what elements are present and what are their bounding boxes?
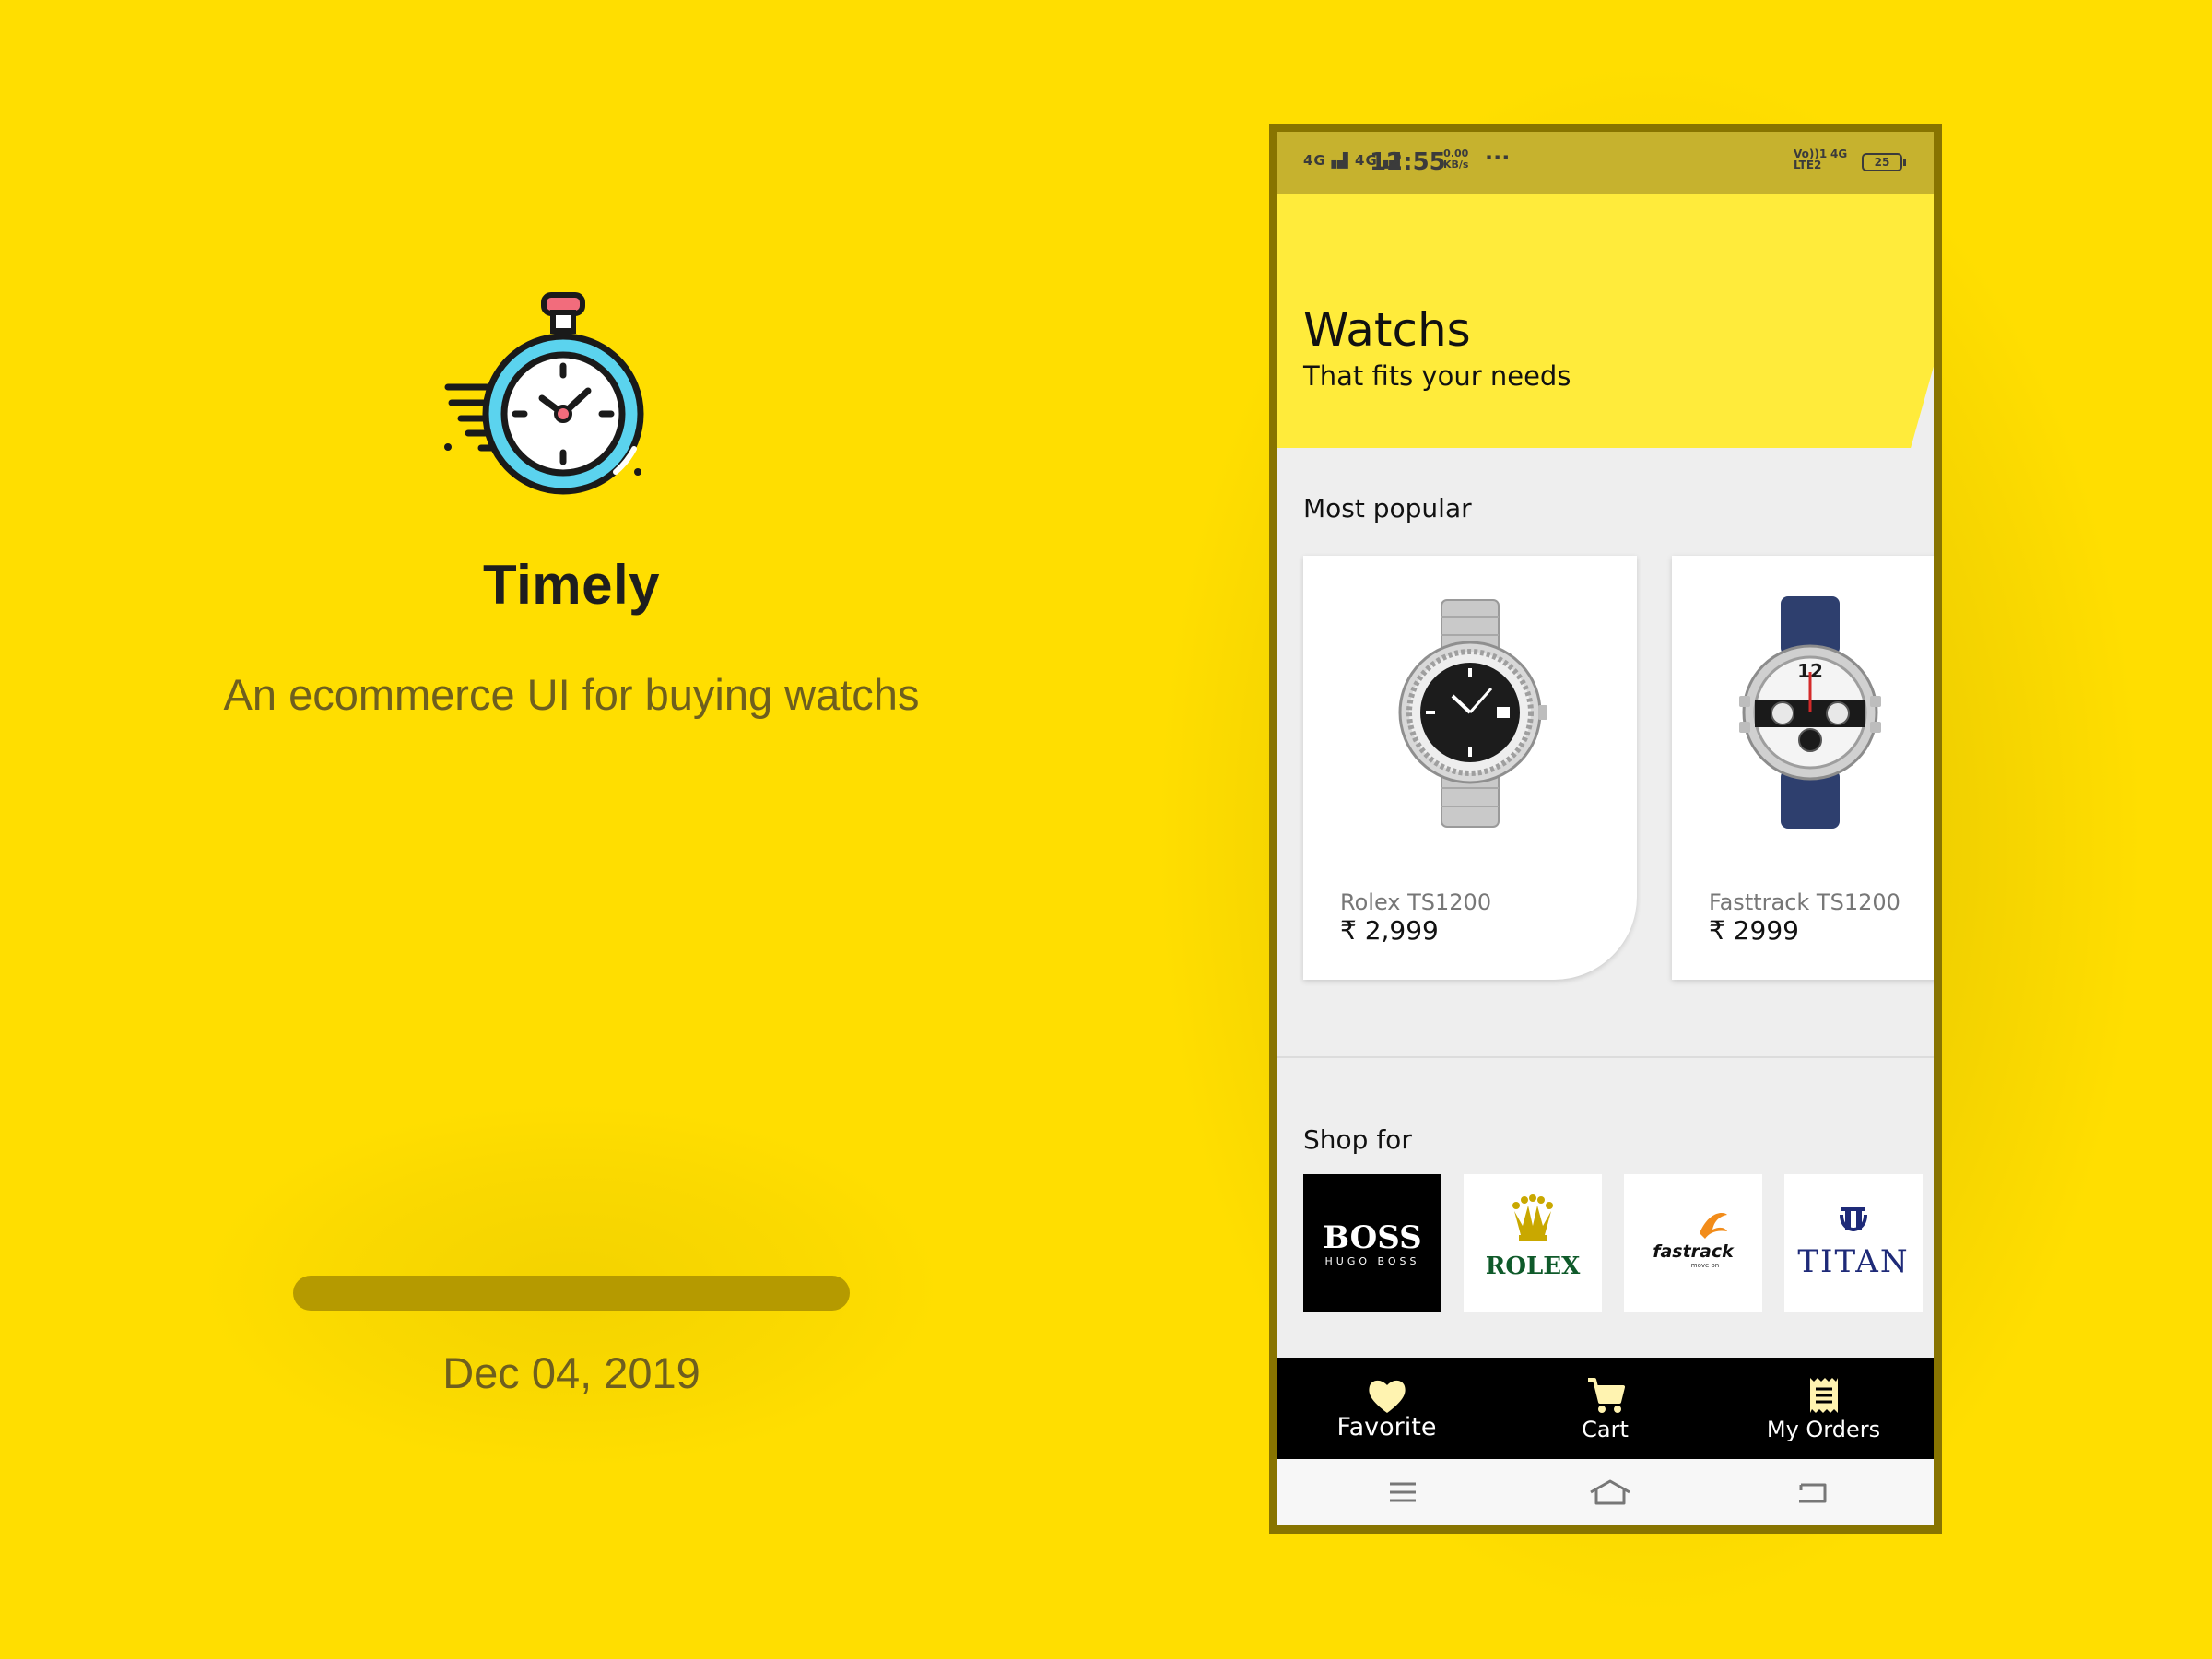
intro-panel: Timely An ecommerce UI for buying watchs… [0,0,1143,1659]
titan-emblem-icon [1840,1207,1867,1231]
nav-cart[interactable]: Cart [1496,1358,1714,1459]
progress-bar [293,1276,850,1311]
system-navigation-bar [1277,1459,1934,1525]
phone-screen: 4G▗▟ 4G▗▟ 12:55 0.00 KB/s ··· Vo))1 LTE2… [1277,132,1934,1525]
lte-label: LTE2 [1794,159,1822,171]
fastrack-logo: fastrack move on [1653,1213,1735,1269]
status-bar: 4G▗▟ 4G▗▟ 12:55 0.00 KB/s ··· Vo))1 LTE2… [1277,132,1934,194]
nav-my-orders[interactable]: My Orders [1714,1358,1933,1459]
release-date: Dec 04, 2019 [442,1348,700,1397]
brand-fastrack-tile[interactable]: fastrack move on [1624,1174,1762,1312]
product-card[interactable]: Rolex TS1200 ₹ 2,999 [1303,556,1637,980]
status-time: 12:55 [1370,148,1446,176]
battery-icon: 25 [1862,153,1906,171]
brand-boss-tile[interactable]: BOSS HUGO BOSS [1303,1174,1441,1312]
brand-name: ROLEX [1486,1253,1581,1280]
network-indicators: Vo))1 LTE2 [1794,148,1827,171]
more-icon: ··· [1485,145,1511,171]
stopwatch-icon [441,288,678,518]
page-title: Watchs [1303,303,1471,357]
section-divider [1277,1056,1934,1058]
product-card[interactable]: 12 Fasttrack TS1200 ₹ 2999 [1672,556,1934,980]
rolex-watch-image [1398,599,1547,828]
boss-logo: BOSS HUGO BOSS [1323,1219,1421,1267]
nav-cart-label: Cart [1582,1417,1629,1442]
brand-name: TITAN [1797,1243,1909,1280]
phone-frame: 4G▗▟ 4G▗▟ 12:55 0.00 KB/s ··· Vo))1 LTE2… [1269,124,1942,1534]
nav-favorite-label: Favorite [1336,1413,1437,1441]
app-title: Timely [483,554,660,616]
most-popular-heading: Most popular [1303,493,1472,524]
heart-icon [1368,1380,1406,1413]
brand-tagline: HUGO BOSS [1325,1255,1420,1267]
brand-tagline: move on [1691,1262,1720,1269]
bottom-navigation: Favorite Cart My Orders [1277,1358,1934,1459]
receipt-icon [1809,1378,1838,1413]
home-icon[interactable] [1587,1476,1633,1509]
brand-name: BOSS [1323,1219,1421,1256]
brand-rolex-tile[interactable]: ROLEX [1464,1174,1602,1312]
product-price: ₹ 2,999 [1340,915,1439,946]
network-speed: 0.00 KB/s [1443,148,1468,171]
product-name: Rolex TS1200 [1340,889,1492,915]
product-name: Fasttrack TS1200 [1709,889,1900,915]
net-right-label: 4G [1830,147,1848,160]
speed-unit: KB/s [1443,159,1469,171]
rolex-logo: ROLEX [1486,1194,1581,1280]
brand-titan-tile[interactable]: TITAN [1784,1174,1923,1312]
fastrack-swoosh-icon [1700,1213,1727,1239]
brand-name: fastrack [1653,1241,1735,1262]
back-icon[interactable] [1794,1476,1830,1509]
cart-icon [1587,1378,1625,1413]
page-subtitle: That fits your needs [1303,360,1571,392]
nav-favorite[interactable]: Favorite [1277,1358,1496,1459]
signal-1-label: 4G [1303,152,1326,169]
menu-icon[interactable] [1384,1476,1421,1509]
product-price: ₹ 2999 [1709,915,1799,946]
titan-logo: TITAN [1797,1207,1909,1280]
nav-my-orders-label: My Orders [1766,1417,1881,1442]
crown-icon [1512,1194,1553,1241]
shop-for-heading: Shop for [1303,1124,1412,1155]
fastrack-watch-image: 12 [1739,596,1881,829]
app-subtitle: An ecommerce UI for buying watchs [223,670,920,719]
